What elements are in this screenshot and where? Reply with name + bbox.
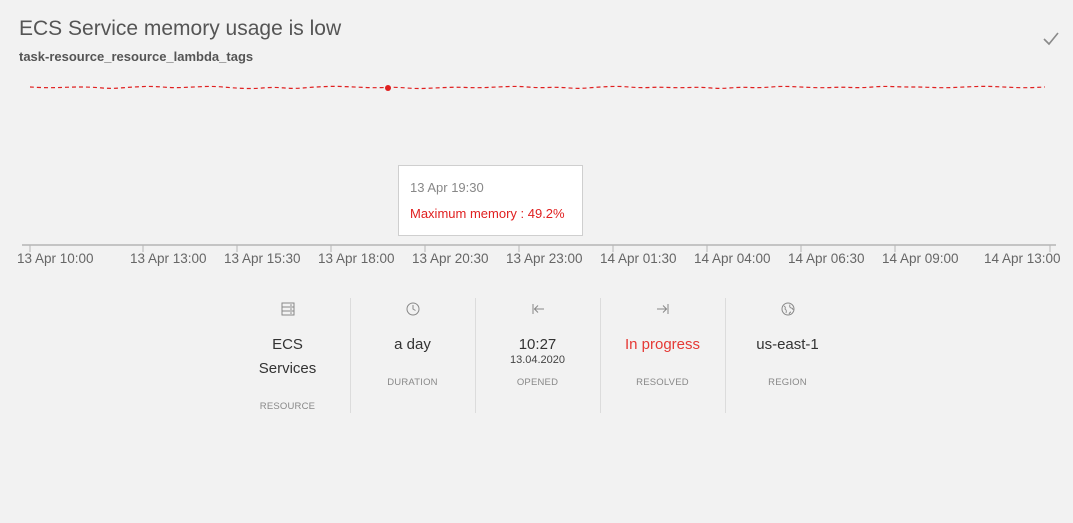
info-opened: 10:27 13.04.2020 OPENED <box>475 298 600 413</box>
info-resolved: In progress RESOLVED <box>600 298 725 413</box>
info-region: us-east-1 REGION <box>725 298 850 413</box>
arrow-left-bar-icon <box>532 304 544 314</box>
server-icon <box>281 302 295 316</box>
resolved-status: In progress <box>624 336 701 353</box>
resource-value: ECS Services <box>258 336 317 377</box>
clock-icon <box>406 302 420 316</box>
resolved-label: RESOLVED <box>636 377 689 388</box>
x-tick-label: 14 Apr 01:30 <box>600 251 677 266</box>
x-tick-label: 13 Apr 18:00 <box>318 251 395 266</box>
series-line-memory <box>29 85 1046 90</box>
region-value: us-east-1 <box>756 336 819 353</box>
highlighted-data-point[interactable] <box>385 85 391 91</box>
info-duration: a day DURATION <box>350 298 475 413</box>
memory-chart <box>22 85 1056 252</box>
duration-value: a day <box>394 336 431 353</box>
arrow-right-bar-icon <box>657 304 669 314</box>
tooltip-value: Maximum memory : 49.2% <box>410 206 565 221</box>
x-tick-label: 13 Apr 10:00 <box>17 251 94 266</box>
x-tick-label: 13 Apr 20:30 <box>412 251 489 266</box>
opened-label: OPENED <box>516 377 559 388</box>
chart-tooltip: 13 Apr 19:30 Maximum memory : 49.2% <box>398 165 583 236</box>
x-tick-label: 13 Apr 23:00 <box>506 251 583 266</box>
x-tick-label: 14 Apr 09:00 <box>882 251 959 266</box>
region-label: REGION <box>768 377 807 388</box>
globe-icon <box>781 302 795 316</box>
x-tick-label: 13 Apr 15:30 <box>224 251 301 266</box>
x-tick-label: 14 Apr 04:00 <box>694 251 771 266</box>
opened-date: 13.04.2020 <box>509 354 566 366</box>
x-tick-label: 14 Apr 06:30 <box>788 251 865 266</box>
x-tick-label: 14 Apr 13:00 <box>984 251 1061 266</box>
tooltip-time: 13 Apr 19:30 <box>410 180 484 195</box>
resource-label: RESOURCE <box>259 401 316 412</box>
x-tick-label: 13 Apr 13:00 <box>130 251 207 266</box>
info-resource: ECS Services RESOURCE <box>225 298 350 413</box>
duration-label: DURATION <box>387 377 438 388</box>
